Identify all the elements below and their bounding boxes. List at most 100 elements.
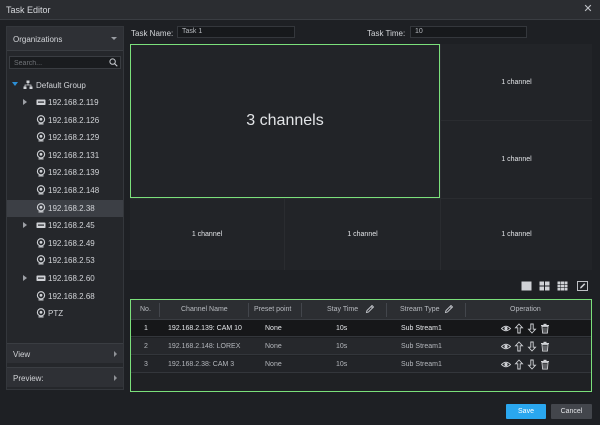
table-row[interactable]: 3 192.168.2.38: CAM 3 None 10s Sub Stream1 — [131, 356, 591, 373]
tree-node-device[interactable]: 192.168.2.131 — [7, 147, 123, 164]
col-header-no: No. — [140, 306, 151, 313]
window-cell[interactable]: 1 channel — [130, 199, 284, 270]
tree-node-label: 192.168.2.60 — [48, 274, 95, 283]
tree-node-device[interactable]: 192.168.2.129 — [7, 129, 123, 146]
task-name-input[interactable]: Task 1 — [177, 26, 295, 38]
view-section[interactable]: View — [7, 343, 123, 363]
window-cell[interactable]: 1 channel — [441, 44, 592, 120]
tree-node-device[interactable]: 192.168.2.139 — [7, 164, 123, 181]
save-button[interactable]: Save — [506, 404, 546, 419]
tree-node-label: 192.168.2.49 — [48, 238, 95, 248]
col-header-stream-type: Stream Type — [400, 306, 440, 313]
camera-icon — [36, 132, 46, 142]
tree-node-device[interactable]: 192.168.2.49 — [7, 235, 123, 252]
expand-right-icon[interactable] — [23, 275, 27, 281]
camera-icon — [36, 185, 46, 195]
search-box — [9, 56, 121, 69]
column-divider — [386, 303, 387, 317]
tree-node-label: 192.168.2.131 — [48, 150, 100, 160]
expand-right-icon[interactable] — [23, 99, 27, 105]
tree-node-device[interactable]: 192.168.2.68 — [7, 288, 123, 305]
preview-eye-icon[interactable] — [501, 323, 511, 334]
cancel-button[interactable]: Cancel — [551, 404, 592, 419]
camera-icon — [36, 255, 46, 265]
layout-1-icon[interactable] — [521, 281, 532, 291]
tree-node-device[interactable]: 192.168.2.119 — [7, 94, 123, 111]
expand-right-icon[interactable] — [23, 222, 27, 229]
tree-node-device[interactable]: 192.168.2.126 — [7, 112, 123, 129]
preview-eye-icon[interactable] — [501, 341, 511, 352]
tree-node-label: 192.168.2.129 — [48, 133, 100, 143]
window-cell[interactable]: 1 channel — [285, 199, 440, 270]
move-up-icon[interactable] — [514, 341, 524, 352]
tree-node-device[interactable]: 192.168.2.38 — [7, 199, 123, 217]
tree-node-label: 192.168.2.139 — [48, 168, 100, 178]
cell-preset-point: None — [265, 325, 282, 332]
window-cell-main[interactable]: 3 channels — [130, 44, 440, 198]
cell-preset-point: None — [265, 361, 282, 368]
organizations-dropdown[interactable]: Organizations — [7, 27, 123, 51]
custom-layout-edit-icon[interactable] — [577, 281, 588, 291]
column-divider — [465, 303, 466, 317]
edit-pencil-icon[interactable] — [444, 304, 454, 314]
expand-down-icon[interactable] — [12, 82, 18, 86]
tree-node-device[interactable]: 192.168.2.45 — [7, 217, 123, 234]
task-name-label: Task Name: — [131, 29, 174, 38]
task-time-input[interactable]: 10 — [410, 26, 527, 38]
tree-group-label: Default Group — [36, 81, 86, 90]
move-down-icon[interactable] — [527, 323, 537, 334]
nvr-device-icon — [36, 99, 46, 105]
tree-node-label: 192.168.2.119 — [48, 98, 99, 107]
cell-no: 3 — [144, 361, 148, 368]
channel-table: No. Channel Name Preset point Stay Time … — [130, 299, 592, 392]
column-divider — [159, 303, 160, 317]
move-down-icon[interactable] — [527, 341, 537, 352]
chevron-down-icon — [111, 37, 117, 40]
nvr-device-icon — [36, 275, 46, 281]
tree-node-label: 192.168.2.148 — [48, 186, 100, 195]
tree-node-device[interactable]: 192.168.2.148 — [7, 182, 123, 199]
col-header-preset: Preset point — [254, 306, 292, 313]
cell-channel-name: 192.168.2.139: CAM 10 — [168, 325, 242, 332]
delete-trash-icon[interactable] — [540, 359, 550, 370]
move-up-icon[interactable] — [514, 323, 524, 334]
layout-9-icon[interactable] — [557, 281, 568, 291]
col-header-stay-time: Stay Time — [327, 306, 359, 313]
preview-section[interactable]: Preview: — [7, 367, 123, 387]
cell-stay-time: 10s — [336, 325, 348, 332]
camera-icon — [36, 167, 46, 177]
camera-icon — [36, 114, 46, 125]
tree-node-device[interactable]: 192.168.2.53 — [7, 252, 123, 269]
camera-icon — [36, 202, 46, 213]
delete-trash-icon[interactable] — [540, 341, 550, 352]
col-header-operation: Operation — [510, 306, 541, 313]
chevron-right-icon — [114, 351, 117, 357]
tree-node-label: 192.168.2.53 — [48, 256, 95, 266]
tree-node-label: 192.168.2.38 — [48, 203, 95, 213]
tree-node-label: 192.168.2.45 — [48, 221, 95, 231]
move-up-icon[interactable] — [514, 359, 524, 370]
table-row[interactable]: 1 192.168.2.139: CAM 10 None 10s Sub Stream1 — [131, 320, 591, 337]
table-row[interactable]: 2 192.168.2.148: LOREX None 10s Sub Stream1 — [131, 338, 591, 355]
close-icon[interactable]: ✕ — [582, 3, 594, 15]
organizations-label: Organizations — [13, 35, 63, 44]
preview-eye-icon[interactable] — [501, 359, 511, 370]
delete-trash-icon[interactable] — [540, 323, 550, 334]
tree-group-default[interactable]: Default Group — [7, 77, 123, 94]
search-input[interactable] — [14, 58, 100, 68]
move-down-icon[interactable] — [527, 359, 537, 370]
tree-node-label: PTZ — [48, 309, 64, 319]
cell-channel-name: 192.168.2.38: CAM 3 — [168, 361, 235, 368]
edit-pencil-icon[interactable] — [365, 304, 375, 314]
tree-node-device[interactable]: 192.168.2.60 — [7, 270, 123, 287]
window-cell[interactable]: 1 channel — [441, 199, 592, 270]
video-layout-grid: 3 channels 1 channel 1 channel 1 channel… — [130, 44, 592, 270]
camera-icon — [36, 237, 46, 248]
layout-4-icon[interactable] — [539, 281, 550, 291]
group-icon — [23, 80, 33, 89]
search-icon[interactable] — [109, 58, 118, 67]
window-cell[interactable]: 1 channel — [441, 121, 592, 198]
camera-icon — [36, 308, 46, 318]
tree-node-label: 192.168.2.68 — [48, 291, 95, 301]
tree-node-device[interactable]: PTZ — [7, 305, 123, 322]
